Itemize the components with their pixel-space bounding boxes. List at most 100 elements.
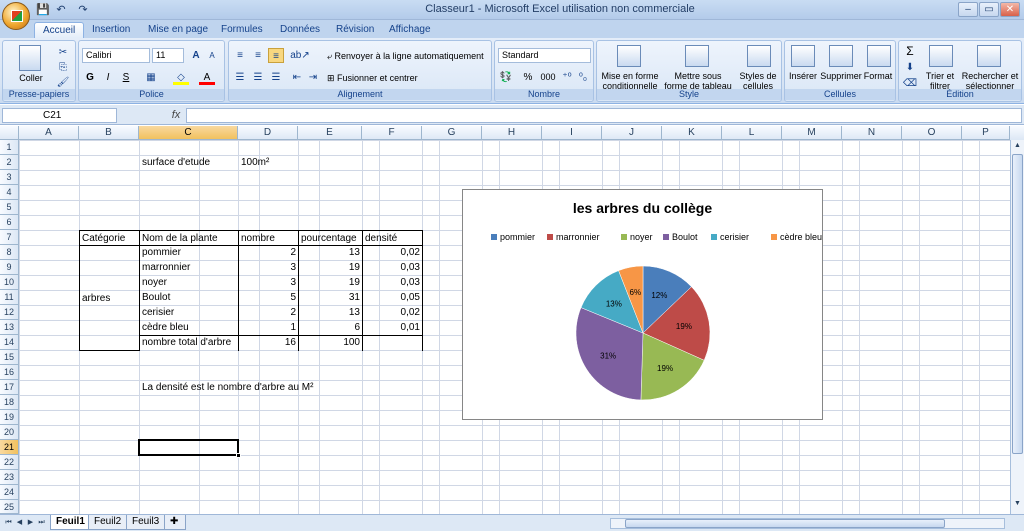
total-label[interactable]: nombre total d'arbre: [139, 335, 239, 351]
wrap-text-button[interactable]: ⤶ Renvoyer à la ligne automatiquement: [327, 51, 489, 61]
total-nombre[interactable]: 16: [238, 335, 299, 351]
row-header[interactable]: 17: [0, 380, 19, 395]
row-header[interactable]: 18: [0, 395, 19, 410]
align-bottom-icon[interactable]: ≡: [268, 48, 284, 63]
table-row-nombre[interactable]: 2: [238, 305, 299, 320]
row-header[interactable]: 12: [0, 305, 19, 320]
row-header[interactable]: 15: [0, 350, 19, 365]
increase-indent-icon[interactable]: ⇥: [305, 70, 321, 85]
table-row-densite[interactable]: 0,03: [362, 260, 423, 275]
table-row-nombre[interactable]: 5: [238, 290, 299, 305]
column-header[interactable]: K: [662, 126, 722, 140]
pie-slice-Boulot[interactable]: [575, 307, 644, 401]
italic-button[interactable]: I: [100, 70, 116, 85]
conditional-format-button[interactable]: Mise en forme conditionnelle: [599, 71, 661, 91]
row-header[interactable]: 22: [0, 455, 19, 470]
table-row-pct[interactable]: 31: [298, 290, 363, 305]
copy-icon[interactable]: ⎘: [55, 60, 71, 75]
table-row-name[interactable]: noyer: [139, 275, 239, 290]
active-cell-c21[interactable]: [138, 439, 239, 456]
tab-revision[interactable]: Révision: [328, 22, 382, 38]
format-table-icon[interactable]: [685, 45, 709, 67]
column-header[interactable]: L: [722, 126, 782, 140]
cell-d2[interactable]: 100m²: [239, 155, 299, 170]
paste-icon[interactable]: [19, 45, 41, 71]
table-row-densite[interactable]: 0,05: [362, 290, 423, 305]
first-sheet-icon[interactable]: ⏮: [4, 518, 13, 528]
table-row-pct[interactable]: 6: [298, 320, 363, 336]
column-header[interactable]: P: [962, 126, 1010, 140]
font-name-select[interactable]: Calibri: [82, 48, 150, 63]
cell-c2[interactable]: surface d'etude: [140, 155, 240, 170]
tab-accueil[interactable]: Accueil: [34, 22, 85, 38]
last-sheet-icon[interactable]: ⏭: [37, 518, 46, 528]
table-row-pct[interactable]: 19: [298, 260, 363, 275]
column-header[interactable]: I: [542, 126, 602, 140]
horizontal-scrollbar[interactable]: [610, 518, 1005, 529]
table-row-densite[interactable]: 0,02: [362, 305, 423, 320]
tab-formules[interactable]: Formules: [213, 22, 271, 38]
category-cell[interactable]: arbres: [79, 245, 140, 351]
select-all-button[interactable]: [0, 126, 19, 140]
undo-icon[interactable]: ↶: [54, 3, 68, 17]
insert-function-button[interactable]: fx: [166, 108, 186, 123]
bold-button[interactable]: G: [82, 70, 98, 85]
increase-decimal-icon[interactable]: ⁺⁰: [559, 70, 575, 85]
row-header[interactable]: 13: [0, 320, 19, 335]
align-right-icon[interactable]: ☰: [268, 70, 284, 85]
delete-button[interactable]: Supprimer: [819, 71, 863, 81]
table-row-pct[interactable]: 19: [298, 275, 363, 290]
name-box[interactable]: C21: [2, 108, 117, 123]
row-header[interactable]: 10: [0, 275, 19, 290]
row-header[interactable]: 8: [0, 245, 19, 260]
align-top-icon[interactable]: ≡: [232, 48, 248, 63]
insert-button[interactable]: Insérer: [785, 71, 821, 81]
header-categorie[interactable]: Catégorie: [79, 230, 140, 246]
pie-slice-marronnier[interactable]: [642, 286, 711, 361]
scroll-down-icon[interactable]: ▼: [1012, 500, 1023, 510]
currency-icon[interactable]: 💱: [498, 70, 514, 85]
scroll-up-icon[interactable]: ▲: [1012, 142, 1023, 152]
row-header[interactable]: 20: [0, 425, 19, 440]
column-header[interactable]: C: [139, 126, 238, 140]
prev-sheet-icon[interactable]: ◀: [15, 518, 24, 528]
header-pourcentage[interactable]: pourcentage: [298, 230, 363, 246]
align-left-icon[interactable]: ☰: [232, 70, 248, 85]
maximize-button[interactable]: ▭: [979, 2, 999, 17]
row-header[interactable]: 14: [0, 335, 19, 350]
column-header[interactable]: A: [19, 126, 79, 140]
table-row-pct[interactable]: 13: [298, 245, 363, 260]
column-header[interactable]: J: [602, 126, 662, 140]
table-row-pct[interactable]: 13: [298, 305, 363, 320]
office-button[interactable]: [2, 2, 30, 30]
decrease-decimal-icon[interactable]: ⁰₀: [575, 70, 591, 85]
table-row-name[interactable]: marronnier: [139, 260, 239, 275]
tab-mise-en-page[interactable]: Mise en page: [140, 22, 216, 38]
table-row-nombre[interactable]: 3: [238, 275, 299, 290]
row-header[interactable]: 2: [0, 155, 19, 170]
conditional-format-icon[interactable]: [617, 45, 641, 67]
table-row-name[interactable]: cèdre bleu: [139, 320, 239, 336]
column-header[interactable]: N: [842, 126, 902, 140]
table-row-densite[interactable]: 0,02: [362, 245, 423, 260]
sort-filter-button[interactable]: Trier et filtrer: [921, 71, 959, 91]
table-row-name[interactable]: pommier: [139, 245, 239, 260]
column-header[interactable]: E: [298, 126, 362, 140]
autosum-button[interactable]: Σ: [902, 44, 918, 59]
find-select-icon[interactable]: [977, 45, 1001, 67]
fill-icon[interactable]: ⬇: [902, 60, 918, 75]
table-row-densite[interactable]: 0,03: [362, 275, 423, 290]
pie-slice-cèdre-bleu[interactable]: [618, 265, 644, 334]
minimize-button[interactable]: –: [958, 2, 978, 17]
format-cells-icon[interactable]: [867, 45, 891, 67]
row-header[interactable]: 6: [0, 215, 19, 230]
row-header[interactable]: 19: [0, 410, 19, 425]
fill-color-icon[interactable]: ◇: [173, 70, 189, 85]
fill-handle[interactable]: [236, 453, 241, 458]
decrease-indent-icon[interactable]: ⇤: [289, 70, 305, 85]
horizontal-scroll-thumb[interactable]: [625, 519, 945, 528]
save-icon[interactable]: 💾: [36, 3, 50, 17]
table-row-nombre[interactable]: 2: [238, 245, 299, 260]
header-nombre[interactable]: nombre: [238, 230, 299, 246]
font-color-icon[interactable]: A: [199, 70, 215, 85]
